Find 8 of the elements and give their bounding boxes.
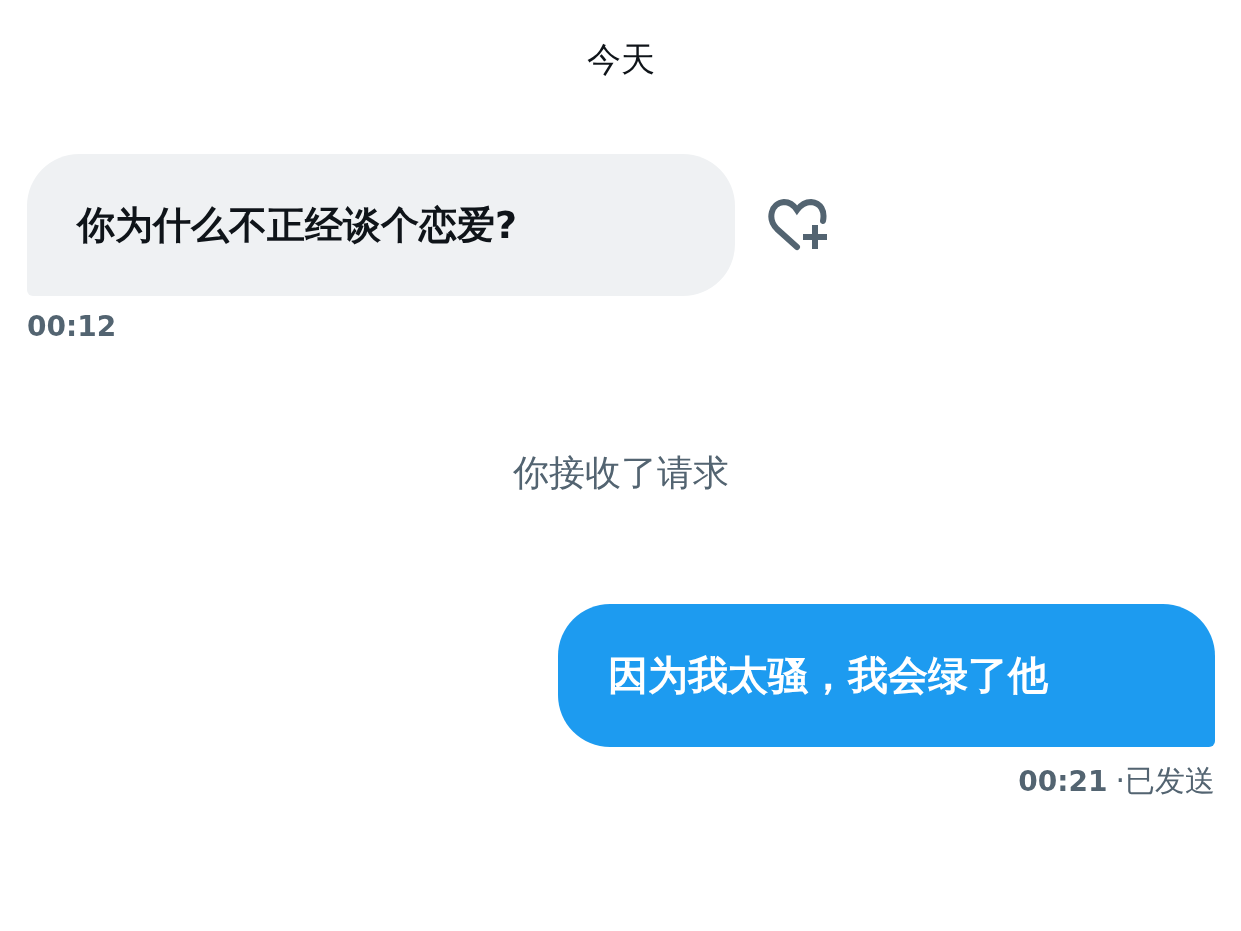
system-message: 你接收了请求 [513,451,729,495]
heart-plus-icon[interactable] [767,197,829,253]
incoming-message: 你为什么不正经谈个恋爱? [27,154,735,296]
message-time: 00:12 [27,310,118,344]
message-time: 00:21 [1018,765,1108,798]
delivery-status: ·已发送 [1115,762,1215,800]
outgoing-message: 因为我太骚，我会绿了他 [558,604,1215,747]
date-header: 今天 [587,38,655,81]
